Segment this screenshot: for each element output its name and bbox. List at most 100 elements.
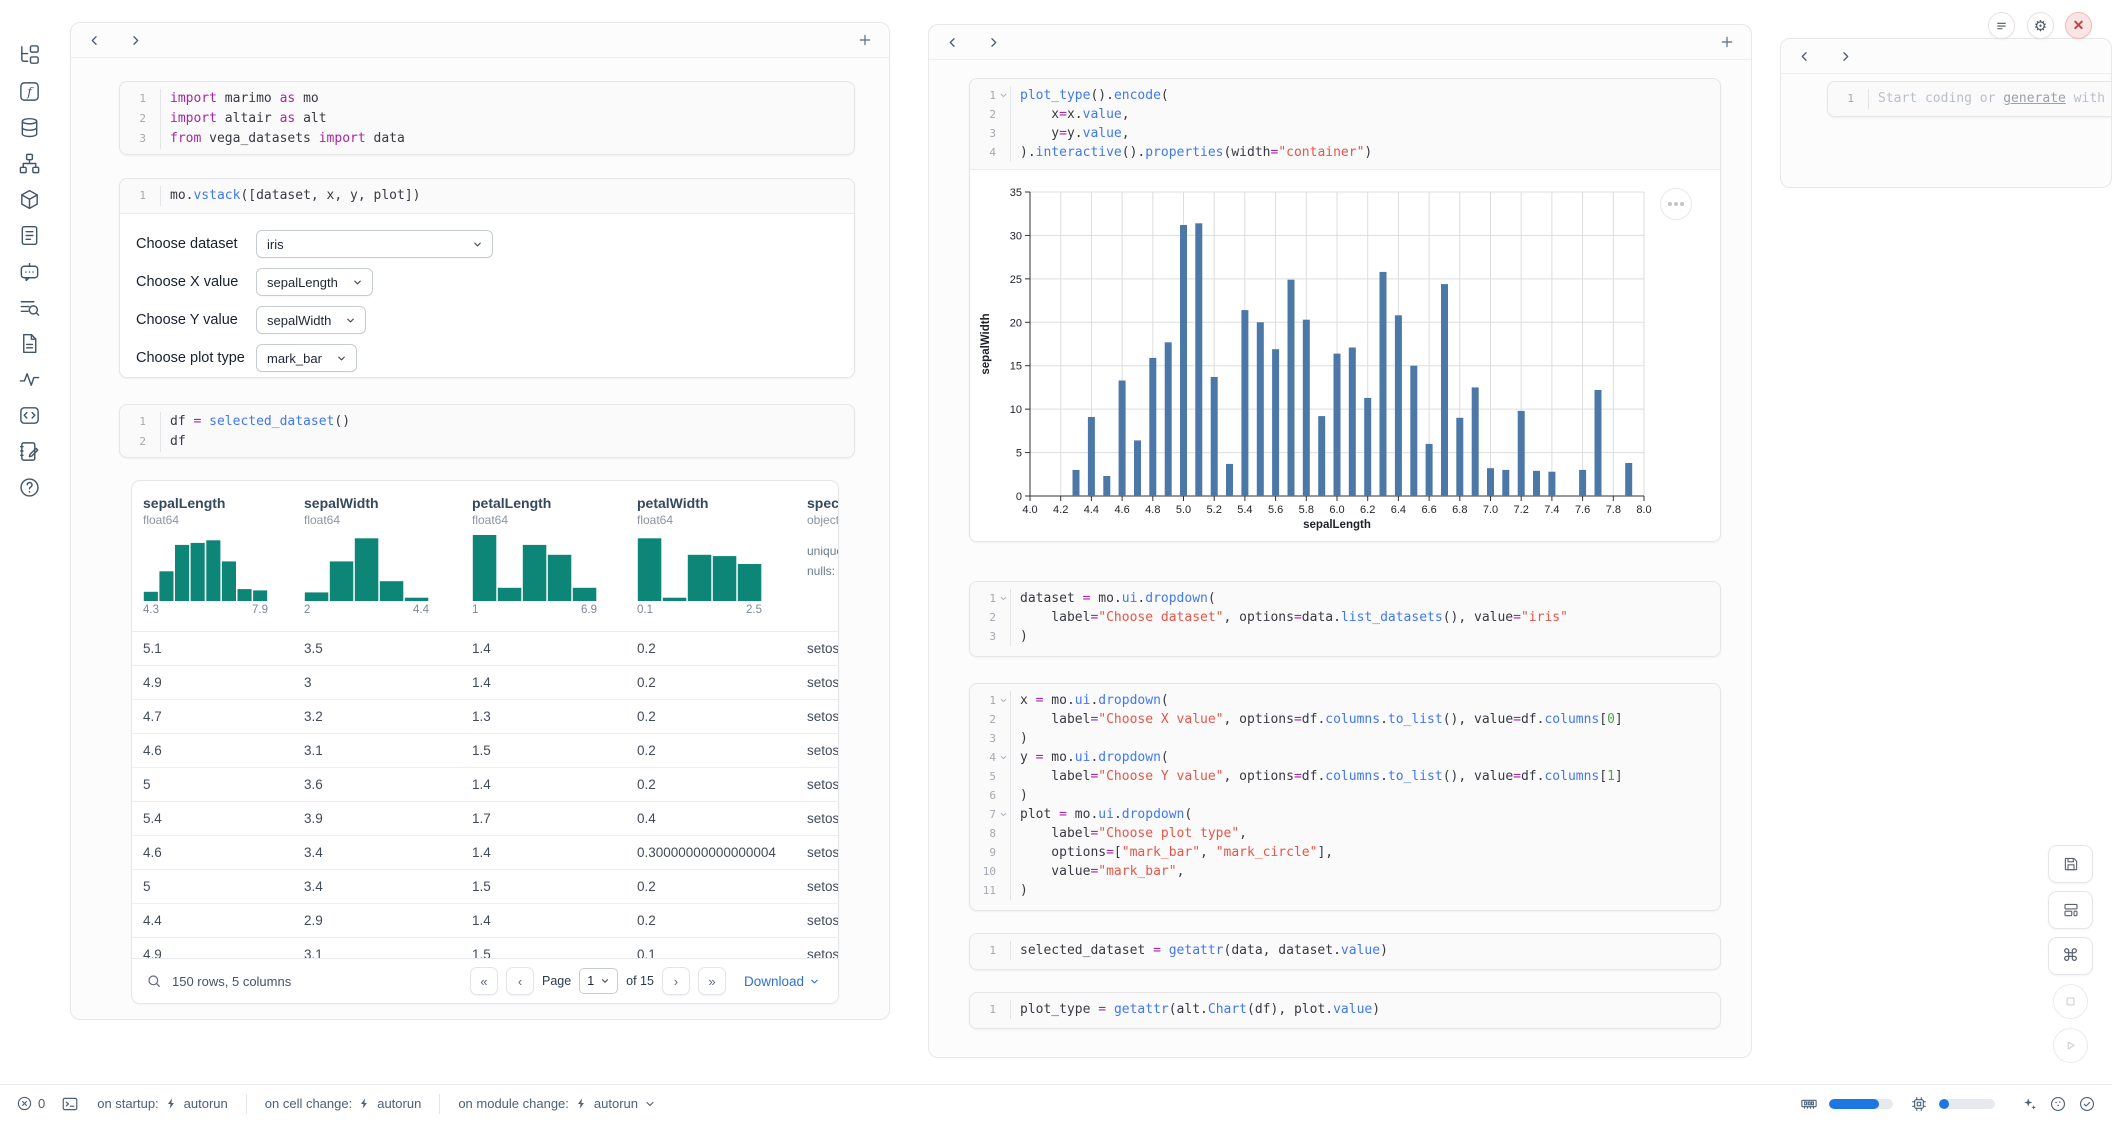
move-column-right-icon[interactable] — [128, 33, 143, 48]
column-header[interactable]: petalLengthfloat6416.9 — [461, 481, 626, 631]
code-line[interactable]: 3 y=y.value, — [970, 124, 1720, 143]
move-column-right-icon[interactable] — [1838, 49, 1853, 64]
code-editor[interactable]: 1df = selected_dataset()2df — [120, 405, 854, 458]
table-row[interactable]: 4.63.11.50.2setosa — [132, 734, 838, 768]
on-cell-change-setting[interactable]: on cell change: autorun — [265, 1096, 422, 1111]
table-row[interactable]: 4.73.21.30.2setosa — [132, 700, 838, 734]
code-text[interactable]: Start coding or generate with AI — [1868, 89, 2112, 109]
bar[interactable] — [1518, 411, 1525, 496]
code-text[interactable]: y = mo.ui.dropdown( — [1010, 748, 1720, 767]
code-text[interactable]: selected_dataset = getattr(data, dataset… — [1010, 941, 1720, 960]
table-row[interactable]: 5.13.51.40.2setosa — [132, 632, 838, 666]
code-text[interactable]: import marimo as mo — [160, 89, 854, 109]
code-line[interactable]: 9 options=["mark_bar", "mark_circle"], — [970, 843, 1720, 862]
cell-plot[interactable]: 1plot_type().encode(2 x=x.value,3 y=y.va… — [969, 78, 1721, 542]
fold-chevron-icon[interactable] — [996, 805, 1010, 824]
code-line[interactable]: 6) — [970, 786, 1720, 805]
code-line[interactable]: 7plot = mo.ui.dropdown( — [970, 805, 1720, 824]
dropdown-select[interactable]: sepalWidth — [256, 306, 366, 334]
table-row[interactable]: 5.43.91.70.4setosa — [132, 802, 838, 836]
bar[interactable] — [1502, 470, 1509, 496]
scratchpad-icon[interactable] — [18, 440, 41, 463]
code-line[interactable]: 2 label="Choose X value", options=df.col… — [970, 710, 1720, 729]
dropdown-select[interactable]: mark_bar — [256, 344, 357, 372]
code-line[interactable]: 1plot_type().encode( — [970, 86, 1720, 105]
code-text[interactable]: label="Choose Y value", options=df.colum… — [1010, 767, 1720, 786]
bar[interactable] — [1211, 377, 1218, 496]
code-text[interactable]: plot_type = getattr(alt.Chart(df), plot.… — [1010, 1000, 1720, 1019]
code-line[interactable]: 1plot_type = getattr(alt.Chart(df), plot… — [970, 1000, 1720, 1019]
terminal-button[interactable] — [61, 1095, 79, 1113]
code-editor[interactable]: 1mo.vstack([dataset, x, y, plot]) — [120, 179, 854, 213]
cell-imports[interactable]: 1import marimo as mo2import altair as al… — [119, 81, 855, 155]
column-header[interactable]: sepalWidthfloat6424.4 — [293, 481, 461, 631]
bar[interactable] — [1334, 354, 1341, 496]
fold-chevron-icon[interactable] — [996, 589, 1010, 608]
code-text[interactable]: ) — [1010, 627, 1720, 646]
chart-actions-button[interactable] — [1660, 188, 1692, 220]
ai-assistant-button[interactable] — [2020, 1095, 2038, 1113]
table-row[interactable]: 4.93.11.50.1setosa — [132, 938, 838, 958]
code-line[interactable]: 10 value="mark_bar", — [970, 862, 1720, 881]
run-button[interactable] — [2053, 1028, 2088, 1063]
on-startup-setting[interactable]: on startup: autorun — [97, 1096, 228, 1111]
code-text[interactable]: import altair as alt — [160, 109, 854, 129]
bar[interactable] — [1472, 387, 1479, 496]
packages-icon[interactable] — [18, 188, 41, 211]
table-row[interactable]: 53.61.40.2setosa — [132, 768, 838, 802]
bar[interactable] — [1380, 272, 1387, 496]
code-line[interactable]: 3) — [970, 729, 1720, 748]
bar[interactable] — [1149, 358, 1156, 496]
move-column-right-icon[interactable] — [986, 35, 1001, 50]
bar[interactable] — [1595, 390, 1602, 496]
error-count-chip[interactable]: 0 — [16, 1095, 45, 1112]
bar[interactable] — [1548, 472, 1555, 496]
ai-chat-icon[interactable] — [18, 260, 41, 283]
table-row[interactable]: 53.41.50.2setosa — [132, 870, 838, 904]
code-text[interactable]: from vega_datasets import data — [160, 129, 854, 149]
code-line[interactable]: 1mo.vstack([dataset, x, y, plot]) — [120, 186, 854, 206]
cell-plot-type[interactable]: 1plot_type = getattr(alt.Chart(df), plot… — [969, 992, 1721, 1029]
bar[interactable] — [1395, 315, 1402, 496]
save-button[interactable] — [2048, 845, 2093, 883]
bar[interactable] — [1195, 223, 1202, 496]
code-text[interactable]: ) — [1010, 881, 1720, 900]
column-header[interactable]: sepalLengthfloat644.37.9 — [132, 481, 293, 631]
bar[interactable] — [1441, 284, 1448, 496]
cell-dataset-dropdown[interactable]: 1dataset = mo.ui.dropdown(2 label="Choos… — [969, 581, 1721, 657]
fold-chevron-icon[interactable] — [996, 748, 1010, 767]
bar[interactable] — [1318, 416, 1325, 496]
code-line[interactable]: 3) — [970, 627, 1720, 646]
dropdown-select[interactable]: iris — [256, 230, 493, 258]
shutdown-button[interactable]: ✕ — [2065, 12, 2092, 39]
dependencies-icon[interactable] — [18, 152, 41, 175]
code-line[interactable]: 1selected_dataset = getattr(data, datase… — [970, 941, 1720, 960]
runtime-status-button[interactable] — [2049, 1095, 2067, 1113]
code-editor[interactable]: 1plot_type().encode(2 x=x.value,3 y=y.va… — [970, 79, 1720, 169]
code-text[interactable]: value="mark_bar", — [1010, 862, 1720, 881]
code-line[interactable]: 1df = selected_dataset() — [120, 412, 854, 432]
layout-toggle-button[interactable] — [2048, 891, 2093, 929]
code-text[interactable]: dataset = mo.ui.dropdown( — [1010, 589, 1720, 608]
cell-xy-plot-dropdowns[interactable]: 1x = mo.ui.dropdown(2 label="Choose X va… — [969, 683, 1721, 911]
prev-page-button[interactable]: ‹ — [506, 967, 534, 995]
code-text[interactable]: plot = mo.ui.dropdown( — [1010, 805, 1720, 824]
bar[interactable] — [1103, 476, 1110, 496]
bar[interactable] — [1487, 468, 1494, 496]
cell-selected-dataset[interactable]: 1selected_dataset = getattr(data, datase… — [969, 933, 1721, 970]
bar[interactable] — [1303, 320, 1310, 496]
notebook-menu-button[interactable] — [1988, 12, 2015, 39]
code-editor-placeholder[interactable]: 1Start coding or generate with AI — [1828, 82, 2112, 116]
bar[interactable] — [1533, 471, 1540, 496]
code-text[interactable]: label="Choose plot type", — [1010, 824, 1720, 843]
connection-status-button[interactable] — [2078, 1095, 2096, 1113]
code-line[interactable]: 3from vega_datasets import data — [120, 129, 854, 149]
bar[interactable] — [1364, 398, 1371, 496]
bar[interactable] — [1288, 280, 1295, 496]
bar[interactable] — [1426, 444, 1433, 496]
table-row[interactable]: 4.63.41.40.30000000000000004setosa — [132, 836, 838, 870]
settings-button[interactable]: ⚙ — [2027, 12, 2054, 39]
last-page-button[interactable]: » — [698, 967, 726, 995]
documentation-icon[interactable] — [18, 224, 41, 247]
bar[interactable] — [1349, 348, 1356, 497]
